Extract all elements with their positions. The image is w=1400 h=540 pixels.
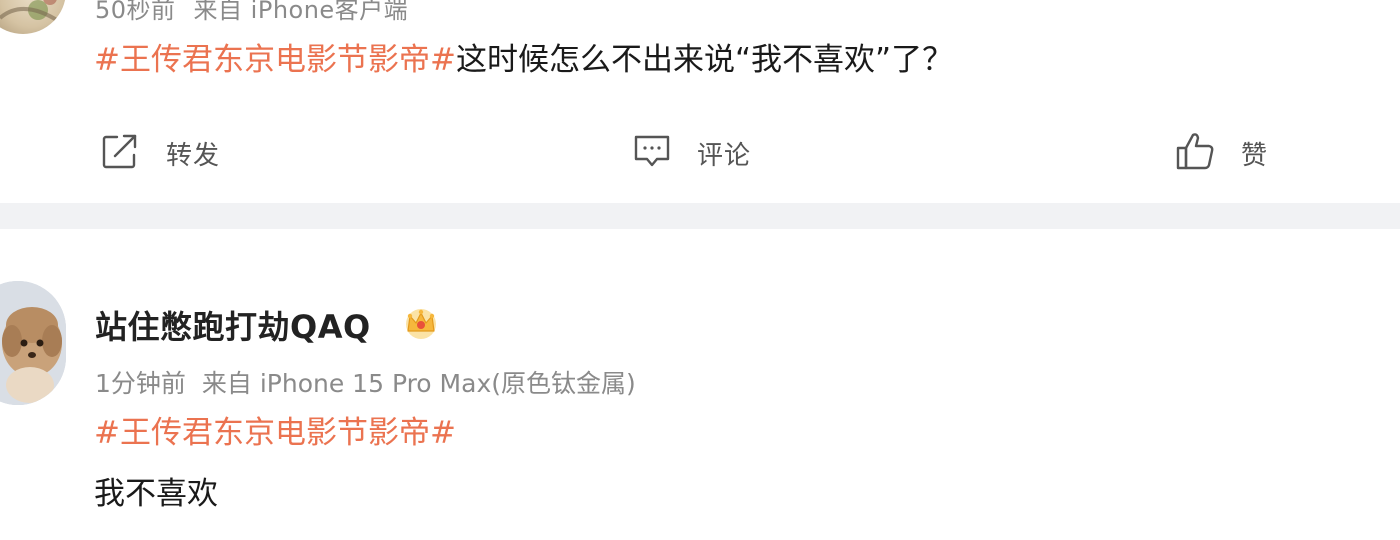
action-bar: 转发 评论 赞 (0, 128, 1400, 178)
post-source: 来自 iPhone 15 Pro Max(原色钛金属) (201, 369, 636, 398)
username[interactable]: 站住憋跑打劫QAQ (95, 302, 371, 348)
post-card: 50秒前 来自 iPhone客户端 #王传君东京电影节影帝#这时候怎么不出来说“我… (0, 0, 1400, 200)
crown-badge-icon (402, 305, 440, 341)
feed-divider (0, 203, 1400, 229)
post-text: 我不喜欢 (94, 476, 218, 512)
comment-bubble-icon (633, 131, 671, 175)
hashtag-link[interactable]: #王传君东京电影节影帝# (94, 411, 456, 455)
comment-label: 评论 (697, 140, 752, 171)
post-meta: 50秒前 来自 iPhone客户端 (95, 0, 408, 25)
repost-button[interactable]: 转发 (100, 128, 220, 178)
repost-label: 转发 (166, 140, 221, 171)
like-button[interactable]: 赞 (1175, 128, 1268, 178)
comment-button[interactable]: 评论 (633, 128, 751, 178)
thumbs-up-icon (1175, 130, 1215, 176)
post-time: 50秒前 (95, 0, 176, 24)
post-source: 来自 iPhone客户端 (193, 0, 409, 24)
post-meta: 1分钟前 来自 iPhone 15 Pro Max(原色钛金属) (95, 364, 636, 400)
avatar[interactable] (0, 281, 66, 405)
hashtag-link[interactable]: #王传君东京电影节影帝# (94, 42, 456, 78)
post-text: 这时候怎么不出来说“我不喜欢”了？ (455, 42, 954, 78)
post-content: #王传君东京电影节影帝#这时候怎么不出来说“我不喜欢”了？ (94, 38, 953, 82)
post-time: 1分钟前 (95, 369, 186, 398)
like-label: 赞 (1241, 140, 1269, 171)
weibo-feed: 50秒前 来自 iPhone客户端 #王传君东京电影节影帝#这时候怎么不出来说“我… (0, 0, 1400, 540)
share-out-icon (100, 131, 140, 175)
avatar[interactable] (0, 0, 66, 34)
